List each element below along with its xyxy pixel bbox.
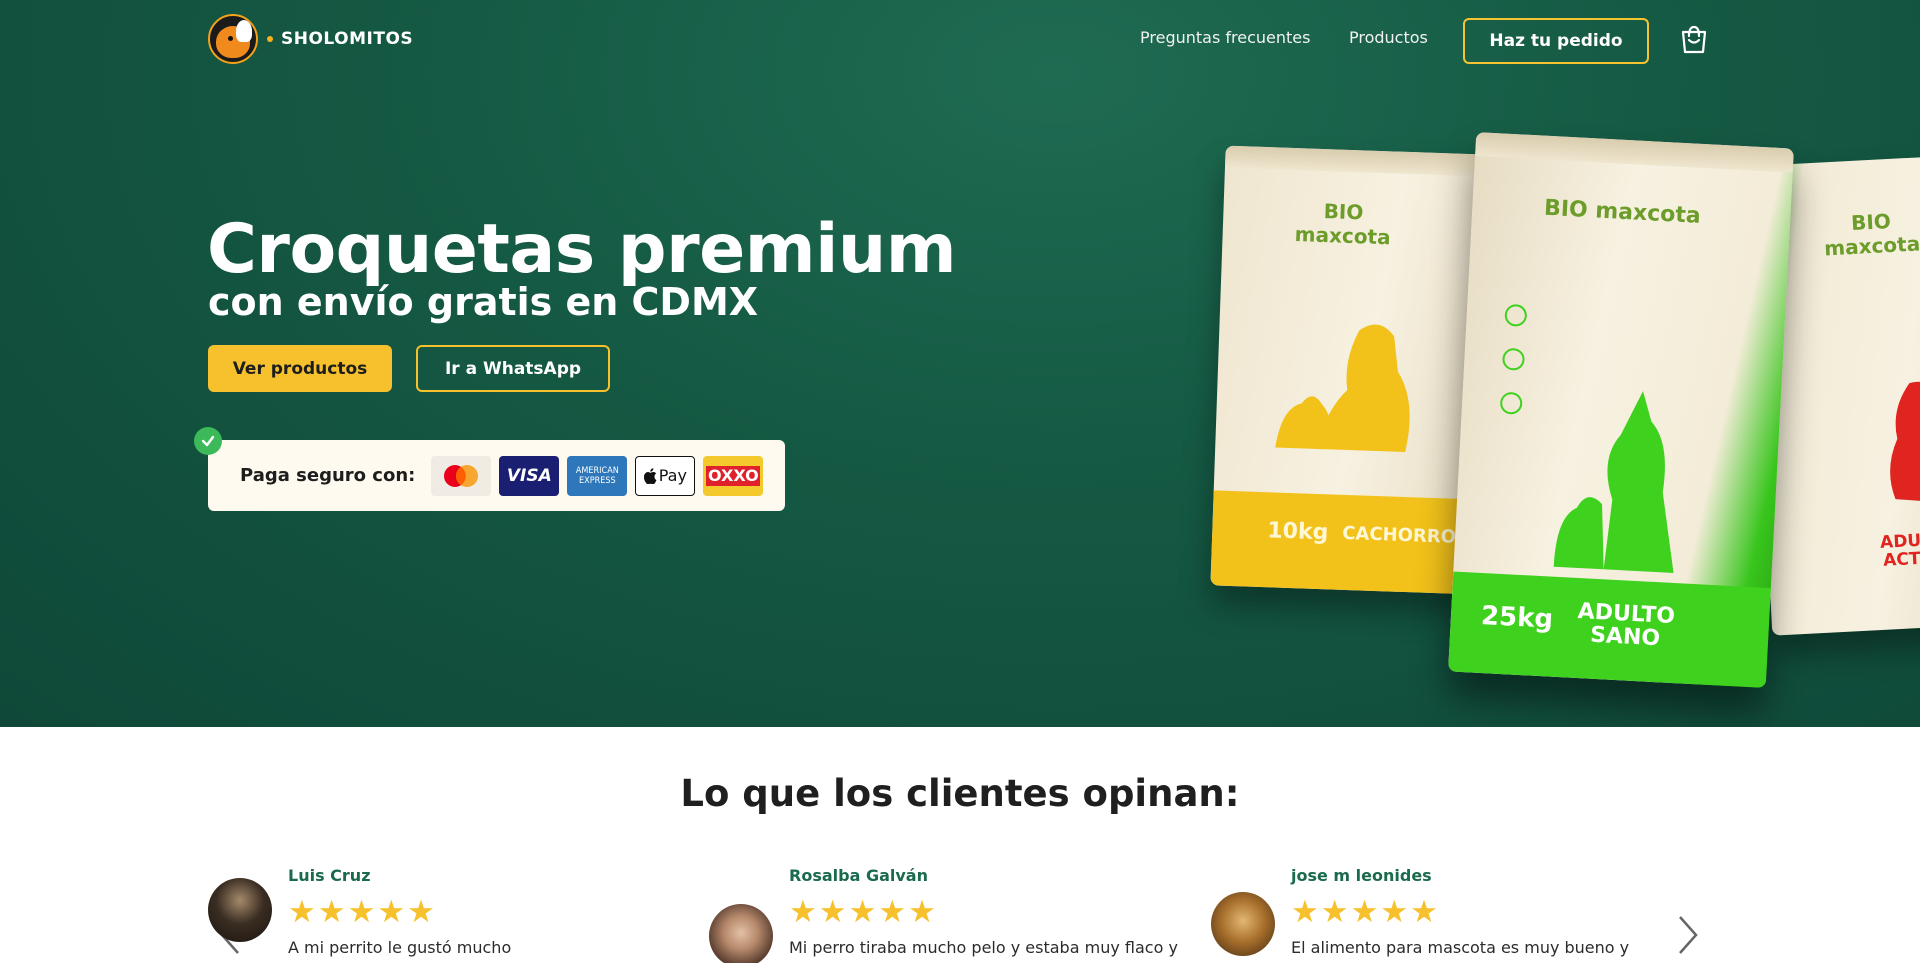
product-bag-adulto-sano[interactable]: BIO maxcota 25kg ADULTO SANO bbox=[1448, 132, 1794, 688]
reviewer-name: Rosalba Galván bbox=[789, 866, 928, 885]
brand-logo[interactable]: SHOLOMITOS bbox=[208, 14, 413, 64]
payment-label: Paga seguro con: bbox=[240, 465, 416, 486]
review-text: El alimento para mascota es muy bueno y bbox=[1291, 938, 1630, 957]
bag-brand: BIO maxcota bbox=[1294, 199, 1392, 250]
bag-product-name: ADULTO SANO bbox=[1577, 599, 1676, 652]
nav-link-faq[interactable]: Preguntas frecuentes bbox=[1140, 28, 1310, 47]
order-button[interactable]: Haz tu pedido bbox=[1463, 18, 1649, 64]
rating-stars-icon: ★★★★★ bbox=[1291, 894, 1440, 930]
bag-weight: 10kg bbox=[1266, 518, 1329, 546]
product-bag-cachorro[interactable]: BIO maxcota 10kg CACHORRO bbox=[1210, 145, 1488, 595]
mastercard-icon bbox=[431, 455, 492, 496]
nav-link-products[interactable]: Productos bbox=[1349, 28, 1428, 47]
review-text: A mi perrito le gustó mucho bbox=[288, 938, 512, 957]
apple-pay-text: Pay bbox=[658, 466, 687, 485]
review-card: jose m leonides ★★★★★ El alimento para m… bbox=[1211, 860, 1691, 963]
hero-section: SHOLOMITOS Preguntas frecuentes Producto… bbox=[0, 0, 1920, 727]
visa-icon: VISA bbox=[499, 455, 560, 496]
bag-brand: BIO maxcota bbox=[1823, 208, 1920, 261]
review-card: Luis Cruz ★★★★★ A mi perrito le gustó mu… bbox=[208, 860, 688, 963]
secure-payment-card: Paga seguro con: VISA AMERICAN EXPRESS P… bbox=[208, 440, 785, 511]
oxxo-icon: OXXO bbox=[703, 455, 764, 496]
reviewer-avatar bbox=[709, 904, 773, 963]
hero-subtitle: con envío gratis en CDMX bbox=[208, 280, 759, 324]
visa-text: VISA bbox=[506, 465, 552, 486]
reviewer-name: Luis Cruz bbox=[288, 866, 371, 885]
rating-stars-icon: ★★★★★ bbox=[288, 894, 437, 930]
logo-dot bbox=[267, 36, 273, 42]
reviewer-avatar bbox=[208, 878, 272, 942]
carousel-next-icon[interactable] bbox=[1676, 913, 1700, 957]
review-text: Mi perro tiraba mucho pelo y estaba muy … bbox=[789, 938, 1178, 957]
dog-logo-icon bbox=[208, 14, 258, 64]
bag-product-name: ADULTO ACTIVO bbox=[1879, 529, 1920, 571]
reviewer-avatar bbox=[1211, 892, 1275, 956]
view-products-button[interactable]: Ver productos bbox=[208, 345, 392, 392]
rating-stars-icon: ★★★★★ bbox=[789, 894, 938, 930]
shopping-bag-icon[interactable] bbox=[1679, 23, 1709, 55]
testimonials-title: Lo que los clientes opinan: bbox=[680, 772, 1240, 815]
bag-weight: 25kg bbox=[1480, 600, 1554, 635]
oxxo-text: OXXO bbox=[707, 466, 759, 485]
brand-name: SHOLOMITOS bbox=[281, 29, 414, 49]
reviewer-name: jose m leonides bbox=[1291, 866, 1432, 885]
top-nav: SHOLOMITOS Preguntas frecuentes Producto… bbox=[208, 14, 1712, 66]
bag-brand: BIO maxcota bbox=[1543, 195, 1702, 229]
whatsapp-button[interactable]: Ir a WhatsApp bbox=[416, 345, 610, 392]
amex-text: AMERICAN EXPRESS bbox=[575, 465, 619, 486]
bag-product-name: CACHORRO bbox=[1341, 522, 1457, 548]
verified-check-icon bbox=[194, 427, 222, 455]
hero-title: Croquetas premium bbox=[207, 210, 957, 289]
amex-icon: AMERICAN EXPRESS bbox=[567, 455, 628, 496]
review-card: Rosalba Galván ★★★★★ Mi perro tiraba muc… bbox=[709, 860, 1189, 963]
apple-pay-icon: Pay bbox=[635, 455, 696, 496]
